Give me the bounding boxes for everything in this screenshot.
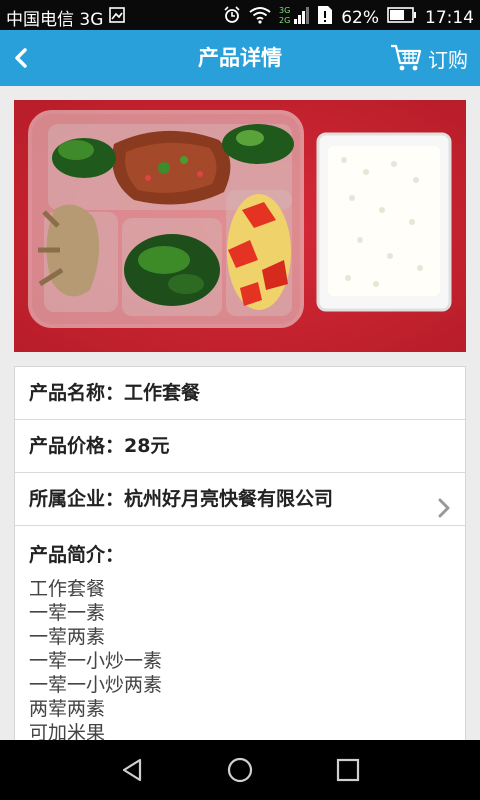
alarm-icon bbox=[223, 6, 241, 29]
network-type-bottom: 2G bbox=[279, 16, 290, 25]
intro-line: 两荤两素 bbox=[29, 698, 106, 720]
intro-title: 产品简介： bbox=[29, 544, 125, 566]
circle-home-icon bbox=[227, 757, 253, 783]
order-button[interactable]: 订购 bbox=[390, 42, 468, 74]
nav-home-button[interactable] bbox=[226, 756, 254, 784]
intro-line: 一荤一素 bbox=[29, 602, 106, 624]
back-button[interactable] bbox=[8, 44, 36, 72]
company-name: 所属企业：杭州好月亮快餐有限公司 bbox=[29, 488, 334, 510]
chevron-right-icon bbox=[437, 487, 451, 539]
company-row[interactable]: 所属企业：杭州好月亮快餐有限公司 bbox=[15, 473, 465, 526]
battery-icon bbox=[387, 7, 417, 28]
chevron-left-icon bbox=[15, 48, 27, 68]
clock: 17:14 bbox=[425, 7, 474, 28]
product-name: 产品名称：工作套餐 bbox=[29, 382, 201, 404]
product-price: 产品价格：28元 bbox=[29, 435, 170, 457]
system-nav-bar bbox=[0, 740, 480, 800]
intro-line: 可加米果 bbox=[29, 722, 106, 742]
signal-icon: 3G 2G bbox=[279, 5, 310, 30]
carrier-label: 中国电信 3G bbox=[6, 10, 104, 30]
intro-list: 工作套餐 一荤一素 一荤两素 一荤一小炒一素 一荤一小炒两素 两荤两素 可加米果 bbox=[15, 567, 465, 742]
nav-recents-button[interactable] bbox=[334, 756, 362, 784]
product-detail-card: 产品名称：工作套餐 产品价格：28元 所属企业：杭州好月亮快餐有限公司 产品简介… bbox=[14, 366, 466, 742]
intro-line: 一荤两素 bbox=[29, 626, 106, 648]
square-recents-icon bbox=[336, 758, 360, 782]
battery-percent: 62% bbox=[341, 7, 379, 28]
triangle-back-icon bbox=[122, 758, 142, 782]
nav-back-button[interactable] bbox=[118, 756, 146, 784]
app-bar: 产品详情 订购 bbox=[0, 30, 480, 86]
sim-alert-icon bbox=[317, 5, 333, 30]
network-type-top: 3G bbox=[279, 6, 290, 15]
shopping-cart-icon bbox=[391, 44, 422, 71]
product-price-row: 产品价格：28元 bbox=[15, 420, 465, 473]
intro-line: 工作套餐 bbox=[29, 578, 106, 600]
intro-line: 一荤一小炒一素 bbox=[29, 650, 163, 672]
product-name-row: 产品名称：工作套餐 bbox=[15, 367, 465, 420]
image-notification-icon bbox=[109, 7, 126, 28]
order-label: 订购 bbox=[428, 47, 468, 72]
intro-line: 一荤一小炒两素 bbox=[29, 674, 163, 696]
wifi-icon bbox=[249, 6, 271, 29]
status-bar: 中国电信 3G 3G 2G 62% 17:14 bbox=[0, 0, 480, 30]
product-photo bbox=[14, 100, 466, 352]
